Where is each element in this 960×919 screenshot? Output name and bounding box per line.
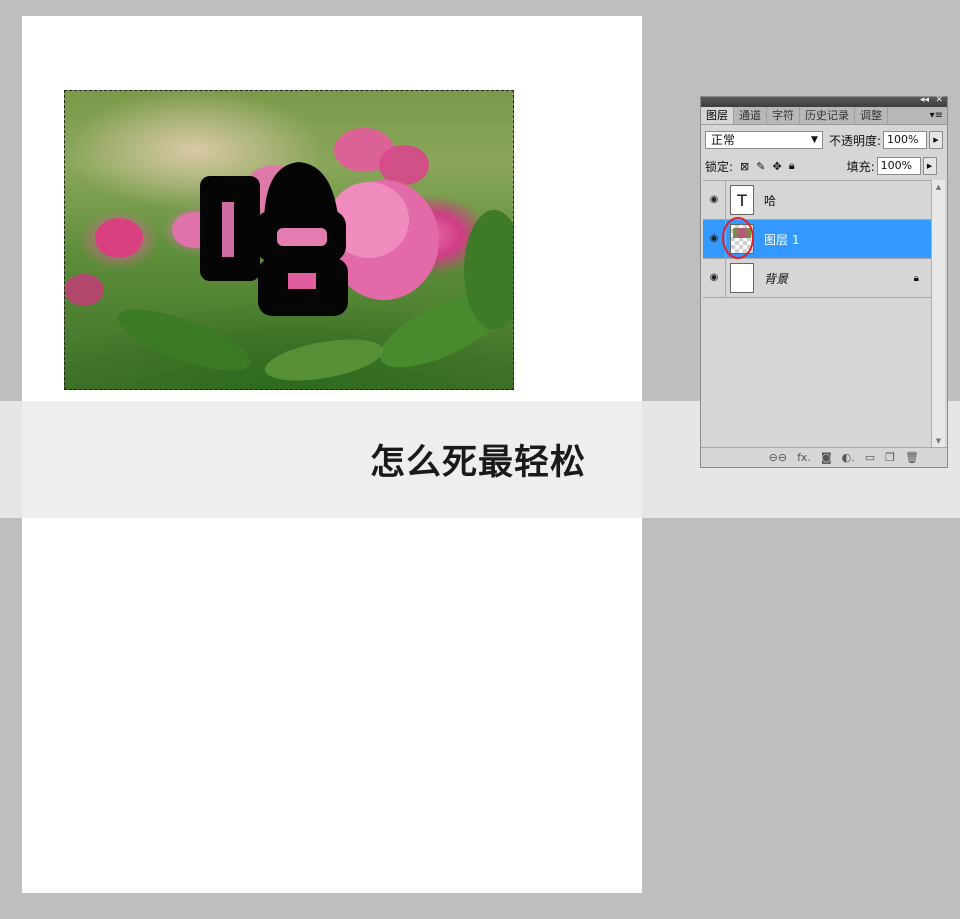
link-icon[interactable]: ⊖⊖ <box>769 451 787 464</box>
blend-mode-select[interactable]: 正常 ▼ <box>705 131 823 149</box>
lock-transparency-icon[interactable]: ⊠ <box>740 160 749 173</box>
layer-name: 哈 <box>764 193 777 208</box>
layer-row-text[interactable]: ◉ T 哈 <box>703 181 931 220</box>
fill-label: 填充: <box>846 159 875 174</box>
lock-label: 锁定: <box>705 159 734 174</box>
background-layer-thumbnail <box>730 263 754 293</box>
red-highlight-circle <box>722 217 754 259</box>
tab-adjustments[interactable]: 调整 <box>855 107 888 124</box>
tab-history[interactable]: 历史记录 <box>800 107 855 124</box>
close-icon[interactable]: ✕ <box>935 95 943 105</box>
layers-scrollbar[interactable]: ▲ ▼ <box>931 180 945 448</box>
group-icon[interactable]: ▭ <box>865 451 875 464</box>
layer-row-background[interactable]: ◉ 背景 🔒︎ <box>703 259 931 298</box>
eye-icon[interactable]: ◉ <box>703 259 726 297</box>
panel-tabs: 图层 通道 字符 历史记录 调整 ▾≡ <box>701 107 947 125</box>
selection-marquee <box>64 90 514 390</box>
layers-list: ◉ T 哈 ◉ 图层 1 ◉ 背景 🔒︎ <box>703 180 931 449</box>
tab-channels[interactable]: 通道 <box>734 107 767 124</box>
panel-menu-icon[interactable]: ▾≡ <box>930 107 943 124</box>
lock-icon: 🔒︎ <box>913 272 919 284</box>
opacity-input[interactable]: 100% <box>883 131 927 149</box>
fx-icon[interactable]: fx. <box>797 451 811 464</box>
trash-icon[interactable]: 🗑︎ <box>905 451 919 464</box>
chevron-down-icon: ▼ <box>811 135 818 145</box>
eye-icon[interactable]: ◉ <box>703 181 726 219</box>
lock-image-icon[interactable]: ✎ <box>756 160 765 173</box>
blend-mode-value: 正常 <box>711 133 736 147</box>
opacity-arrow-button[interactable]: ▶ <box>928 131 943 149</box>
adjustment-icon[interactable]: ◐. <box>842 451 855 464</box>
tab-character[interactable]: 字符 <box>767 107 800 124</box>
mask-icon[interactable]: ◙ <box>821 451 832 464</box>
collapse-icon[interactable]: ◂◂ <box>920 95 929 105</box>
text-layer-thumbnail: T <box>730 185 754 215</box>
fill-arrow-button[interactable]: ▶ <box>922 157 937 175</box>
lock-position-icon[interactable]: ✥ <box>772 160 781 173</box>
panel-bottom-toolbar: ⊖⊖ fx. ◙ ◐. ▭ ❐ 🗑︎ <box>701 447 947 467</box>
lock-all-icon[interactable]: 🔒︎ <box>789 159 795 173</box>
caption-text: 怎么死最轻松 <box>370 443 587 483</box>
layer-name: 背景 <box>764 271 789 286</box>
tab-layers[interactable]: 图层 <box>701 107 734 124</box>
layer-row-image[interactable]: ◉ 图层 1 <box>703 217 931 259</box>
layers-panel[interactable]: ◂◂ ✕ 图层 通道 字符 历史记录 调整 ▾≡ 正常 ▼ 不透明度: 100%… <box>700 95 948 468</box>
panel-title-bar[interactable]: ◂◂ ✕ <box>701 95 947 107</box>
layer-name: 图层 1 <box>764 232 800 247</box>
opacity-label: 不透明度: <box>828 133 882 148</box>
new-layer-icon[interactable]: ❐ <box>885 451 895 464</box>
fill-input[interactable]: 100% <box>876 157 921 175</box>
